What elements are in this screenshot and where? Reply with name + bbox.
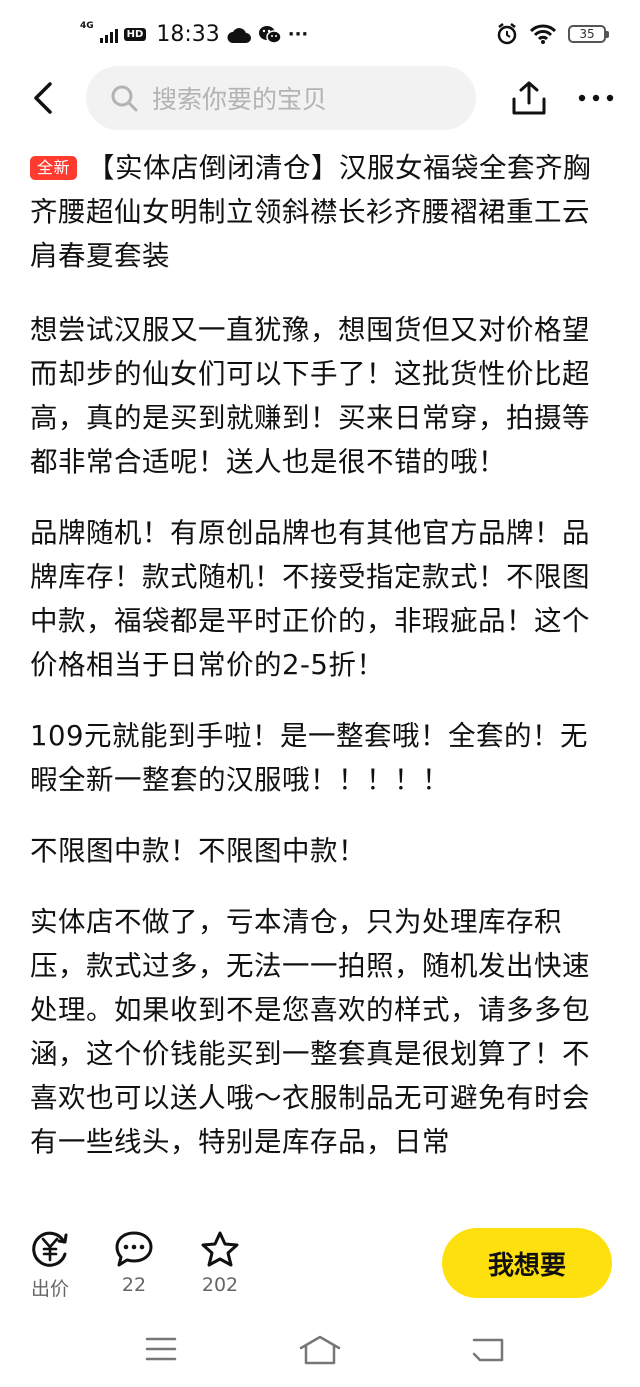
battery-icon: 35: [568, 25, 609, 43]
star-icon: [201, 1231, 239, 1267]
description-paragraph: 实体店不做了，亏本清仓，只为处理库存积压，款式过多，无法一一拍照，随机发出快速处…: [30, 906, 590, 1158]
back-nav-icon[interactable]: [470, 1334, 506, 1366]
product-title-text: 【实体店倒闭清仓】汉服女福袋全套齐胸齐腰超仙女明制立领斜襟长衫齐腰褶裙重工云肩春…: [30, 152, 592, 272]
status-left: 4G HD 18:33 ···: [80, 21, 309, 48]
hd-icon: HD: [123, 28, 147, 41]
description-paragraph: 109元就能到手啦！是一整套哦！全套的！无暇全新一整套的汉服哦！！！！！: [30, 720, 588, 796]
yuan-refresh-icon: [32, 1231, 68, 1267]
description-paragraph: 不限图中款！不限图中款！: [30, 835, 366, 867]
search-bar[interactable]: 搜索你要的宝贝: [86, 66, 476, 130]
comment-icon: [115, 1231, 153, 1267]
description-paragraph: 想尝试汉服又一直犹豫，想囤货但又对价格望而却步的仙女们可以下手了！这批货性价比超…: [30, 314, 590, 478]
offer-label: 出价: [30, 1278, 69, 1300]
condition-badge: 全新: [30, 156, 78, 180]
status-bar: 4G HD 18:33 ··· 35: [0, 0, 640, 70]
status-more: ···: [287, 24, 309, 45]
clock: 18:33: [156, 22, 220, 47]
search-icon: [111, 85, 138, 112]
wifi-icon: [530, 24, 556, 44]
offer-button[interactable]: 出价: [20, 1230, 80, 1301]
wechat-icon: [258, 25, 282, 44]
comment-button[interactable]: 22: [104, 1230, 164, 1296]
network-type: 4G: [80, 21, 94, 31]
favorite-count: 202: [201, 1274, 239, 1296]
description-paragraph: 品牌随机！有原创品牌也有其他官方品牌！品牌库存！款式随机！不接受指定款式！不限图…: [30, 517, 590, 681]
signal-icon: [99, 27, 118, 43]
home-icon[interactable]: [298, 1334, 342, 1366]
product-description: 全新 【实体店倒闭清仓】汉服女福袋全套齐胸齐腰超仙女明制立领斜襟长衫齐腰褶裙重工云…: [30, 146, 612, 1210]
search-placeholder: 搜索你要的宝贝: [152, 85, 328, 114]
top-nav: 搜索你要的宝贝: [0, 66, 640, 132]
back-icon[interactable]: [26, 80, 62, 116]
action-bar: 出价 22 202 我想要: [0, 1212, 640, 1312]
cloud-icon: [227, 27, 251, 43]
more-icon[interactable]: [576, 80, 616, 116]
favorite-button[interactable]: 202: [190, 1230, 250, 1296]
system-nav-bar: [0, 1312, 640, 1387]
comment-count: 22: [121, 1274, 147, 1296]
status-right: 35: [496, 23, 609, 45]
menu-icon[interactable]: [144, 1334, 178, 1364]
product-title: 全新 【实体店倒闭清仓】汉服女福袋全套齐胸齐腰超仙女明制立领斜襟长衫齐腰褶裙重工云…: [30, 146, 612, 278]
want-button[interactable]: 我想要: [442, 1228, 612, 1298]
share-icon[interactable]: [510, 80, 548, 118]
alarm-icon: [497, 23, 517, 45]
